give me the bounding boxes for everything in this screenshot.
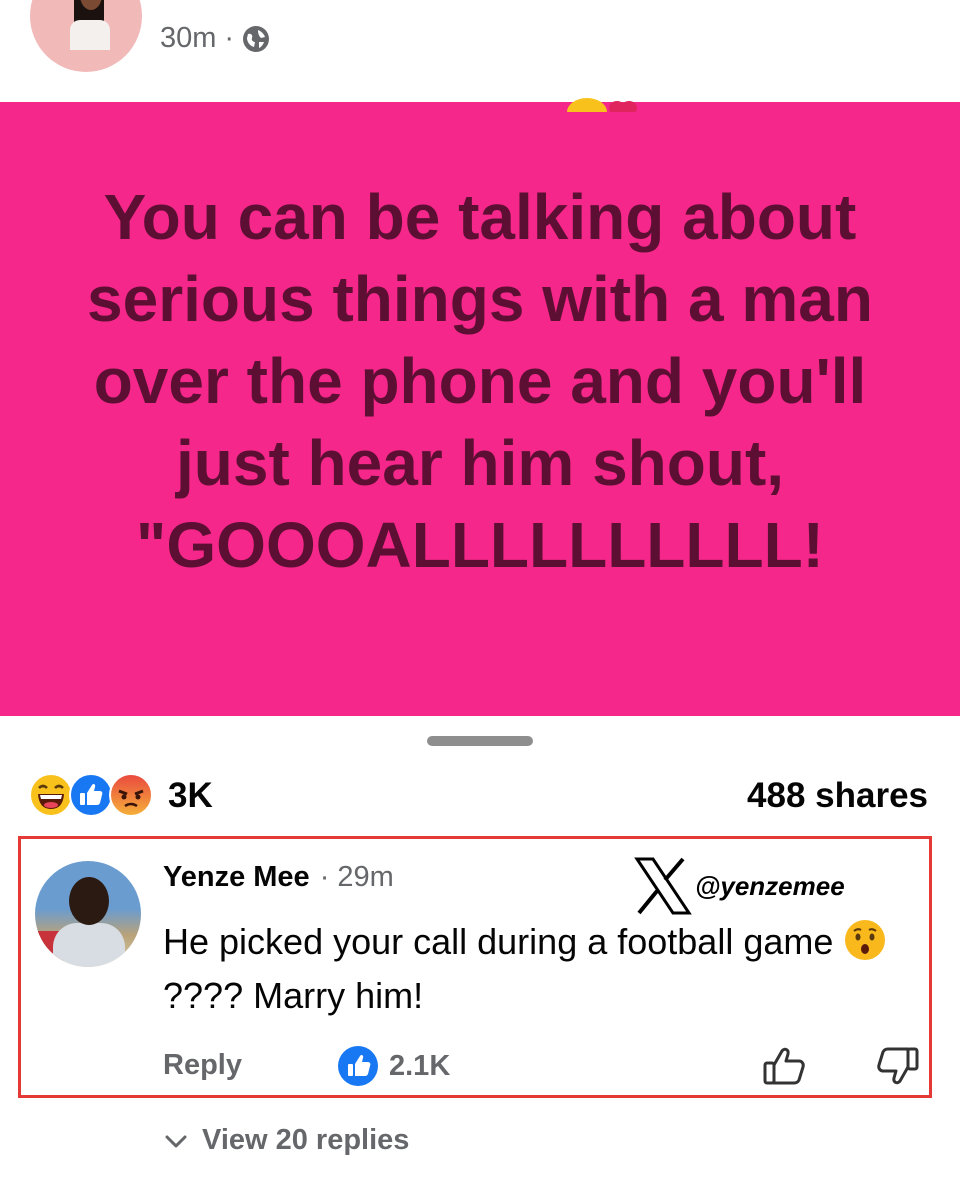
meta-separator: · (224, 22, 235, 54)
commenter-avatar[interactable] (35, 861, 141, 967)
post-time[interactable]: 30m (160, 22, 216, 55)
post-header: 30m · (0, 0, 960, 100)
x-logo-icon (634, 857, 692, 915)
comment-text-part2: ???? Marry him! (163, 975, 424, 1016)
comment-time: · 29m (319, 861, 394, 893)
comment-meta: Yenze Mee · 29m (163, 861, 394, 894)
chevron-down-icon (165, 1135, 187, 1147)
author-avatar[interactable] (30, 0, 142, 72)
post-text-card[interactable]: You can be talking about serious things … (0, 98, 960, 716)
thumbs-up-icon[interactable] (761, 1043, 807, 1089)
reaction-emoji-peek (567, 98, 637, 112)
reaction-icons (28, 772, 153, 818)
x-watermark: @yenzemee (631, 855, 845, 917)
shares-count[interactable]: 488 shares (747, 776, 928, 816)
comment-text-part1: He picked your call during a football ga… (163, 921, 844, 962)
post-meta: 30m · (160, 22, 270, 55)
post-text: You can be talking about serious things … (87, 181, 873, 581)
comment-like-number: 2.1K (389, 1049, 451, 1082)
reaction-count[interactable]: 3K (168, 776, 213, 816)
reactions-summary[interactable]: 3K 488 shares (28, 772, 928, 822)
reply-button[interactable]: Reply (163, 1049, 242, 1082)
commenter-name[interactable]: Yenze Mee (163, 861, 310, 894)
like-icon (338, 1046, 378, 1086)
view-replies-button[interactable]: View 20 replies (162, 1124, 409, 1157)
drag-handle[interactable] (427, 736, 533, 746)
facebook-post-screen: 30m · You can be talking about serious t… (0, 0, 960, 1200)
thumbs-down-icon[interactable] (875, 1043, 921, 1089)
view-replies-label: View 20 replies (202, 1124, 410, 1156)
comment-like-count[interactable]: 2.1K (337, 1045, 450, 1087)
hushed-emoji-icon (845, 920, 886, 960)
angry-emoji-icon (109, 773, 153, 817)
watermark-handle: @yenzemee (695, 870, 845, 901)
globe-icon (243, 25, 270, 52)
comment-text: He picked your call during a football ga… (163, 915, 903, 1023)
highlighted-comment: Yenze Mee · 29m @yenzemee He picked your… (18, 836, 932, 1098)
